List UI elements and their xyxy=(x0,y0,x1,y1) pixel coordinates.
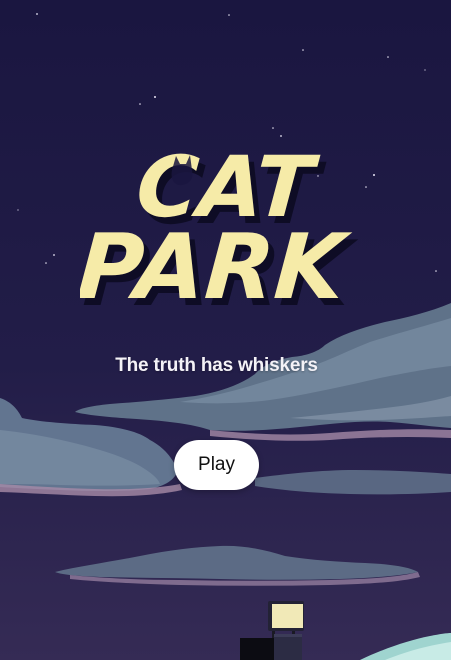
night-sky-background xyxy=(0,0,451,660)
logo-title-park: PARK xyxy=(80,215,354,310)
play-button[interactable]: Play xyxy=(174,440,259,490)
cat-park-logo: CAT PARK CAT PARK xyxy=(80,140,360,310)
title-screen: CAT PARK CAT PARK The truth has whiskers… xyxy=(0,0,451,660)
tagline: The truth has whiskers xyxy=(115,355,318,376)
